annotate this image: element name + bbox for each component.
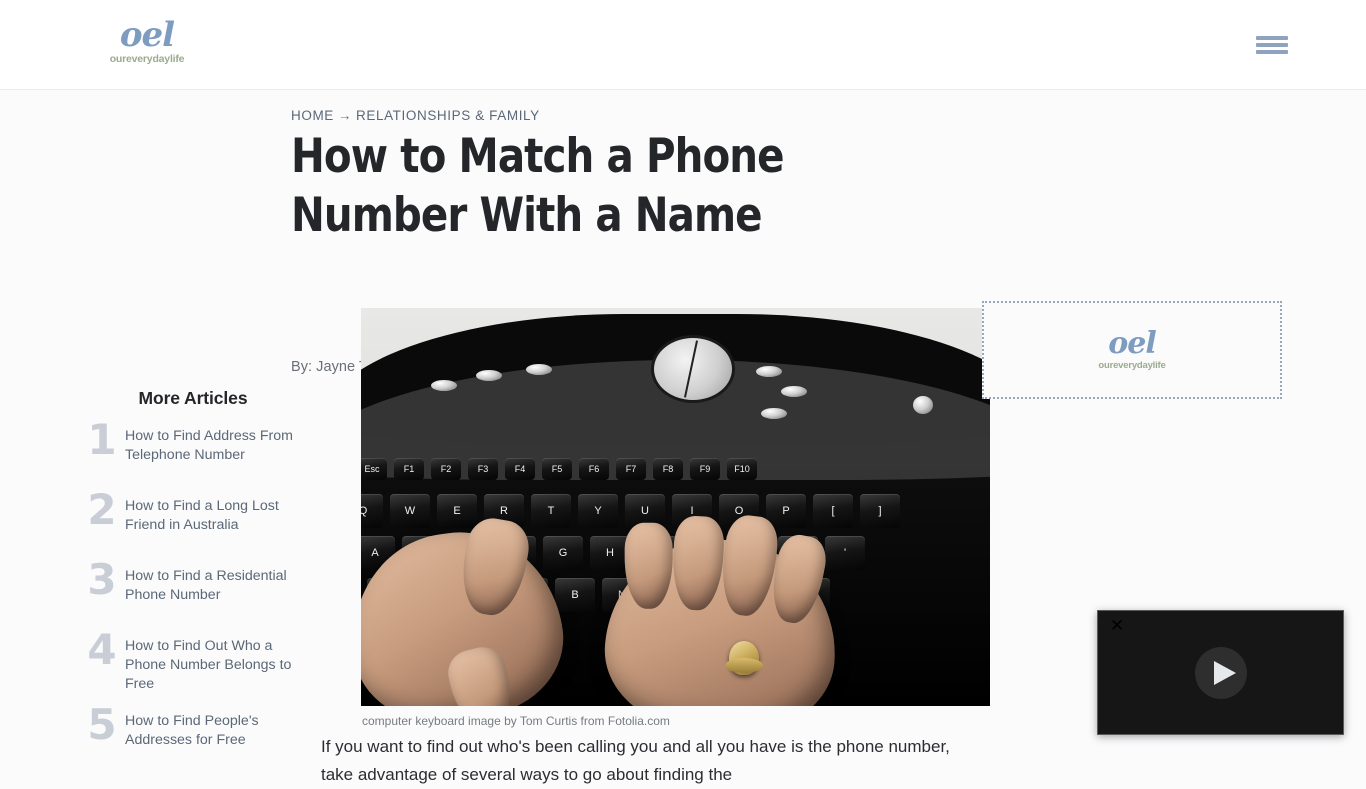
key: Esc [361,458,387,480]
key: ' [825,536,865,570]
more-articles-link[interactable]: How to Find Address From Telephone Numbe… [125,427,306,465]
breadcrumb-separator-icon: → [337,108,353,123]
item-number: 5 [87,700,117,749]
hamburger-menu-icon[interactable] [1256,33,1288,57]
key: [ [813,494,853,528]
media-button [781,386,807,397]
thumb [443,642,519,706]
finger [670,514,726,612]
logo-wordmark: oel [119,15,175,55]
more-articles-link[interactable]: How to Find People's Addresses for Free [125,712,306,750]
page-title: How to Match a Phone Number With a Name [291,129,785,243]
keyboard-row-qwerty: Q W E R T Y U I O P [ ] [361,494,900,528]
key: G [543,536,583,570]
key: F1 [394,458,424,480]
key: W [390,494,430,528]
advertisement-placeholder[interactable]: oel oureverydaylife [982,301,1282,399]
media-button [526,364,552,375]
more-articles-link[interactable]: How to Find a Residential Phone Number [125,567,306,605]
item-number: 1 [87,415,117,464]
key: F10 [727,458,757,480]
more-articles-item-3[interactable]: 3 How to Find a Residential Phone Number [80,559,306,619]
key: P [766,494,806,528]
item-number: 2 [87,485,117,534]
key: Y [578,494,618,528]
more-articles-heading: More Articles [138,388,248,408]
key: F5 [542,458,572,480]
breadcrumb-category-link[interactable]: RELATIONSHIPS & FAMILY [356,108,540,123]
article-hero-figure: Esc F1 F2 F3 F4 F5 F6 F7 F8 F9 F10 Q W E… [361,308,990,729]
key: E [437,494,477,528]
right-hand [599,512,843,706]
more-articles-item-1[interactable]: 1 How to Find Address From Telephone Num… [80,419,306,479]
media-button [431,380,457,391]
item-number: 4 [87,625,117,674]
article-body-paragraph: If you want to find out who's been calli… [321,737,950,784]
ad-logo: oel oureverydaylife [1098,325,1166,372]
key: F8 [653,458,683,480]
close-icon[interactable]: ✕ [1106,615,1128,637]
key: F4 [505,458,535,480]
media-button [756,366,782,377]
keyboard-volume-dial-icon [654,338,732,400]
more-articles-sidebar: More Articles 1 How to Find Address From… [80,388,306,782]
more-articles-link[interactable]: How to Find a Long Lost Friend in Austra… [125,497,306,535]
key: Q [361,494,383,528]
floating-video-player[interactable]: ✕ [1097,610,1344,735]
media-button [476,370,502,381]
media-button [913,396,933,414]
item-number: 3 [87,555,117,604]
more-articles-item-5[interactable]: 5 How to Find People's Addresses for Fre… [80,704,306,764]
finger [624,522,673,609]
more-articles-item-4[interactable]: 4 How to Find Out Who a Phone Number Bel… [80,629,306,694]
key: F9 [690,458,720,480]
keyboard-photo: Esc F1 F2 F3 F4 F5 F6 F7 F8 F9 F10 Q W E… [361,308,990,706]
hamburger-bar-3 [1256,50,1288,54]
key: F3 [468,458,498,480]
logo-tagline: oureverydaylife [109,53,185,65]
breadcrumb: HOME → RELATIONSHIPS & FAMILY [291,108,540,123]
play-icon[interactable] [1194,646,1247,699]
site-header: oel oureverydaylife [0,0,1366,90]
key: F7 [616,458,646,480]
site-logo[interactable]: oel oureverydaylife [99,18,195,70]
key: F2 [431,458,461,480]
breadcrumb-home-link[interactable]: HOME [291,108,334,123]
ad-logo-wordmark: oel [1108,325,1157,361]
key: B [555,578,595,612]
media-button [761,408,787,419]
hamburger-bar-2 [1256,43,1288,47]
ad-logo-tagline: oureverydaylife [1098,359,1166,371]
keyboard-row-function: Esc F1 F2 F3 F4 F5 F6 F7 F8 F9 F10 [361,458,757,480]
image-caption: computer keyboard image by Tom Curtis fr… [362,714,670,728]
more-articles-link[interactable]: How to Find Out Who a Phone Number Belon… [125,637,306,694]
page-body: HOME → RELATIONSHIPS & FAMILY How to Match… [0,91,1366,784]
more-articles-item-2[interactable]: 2 How to Find a Long Lost Friend in Aust… [80,489,306,549]
hamburger-bar-1 [1256,36,1288,40]
key: ] [860,494,900,528]
key: T [531,494,571,528]
key: F6 [579,458,609,480]
gold-ring [725,641,763,675]
